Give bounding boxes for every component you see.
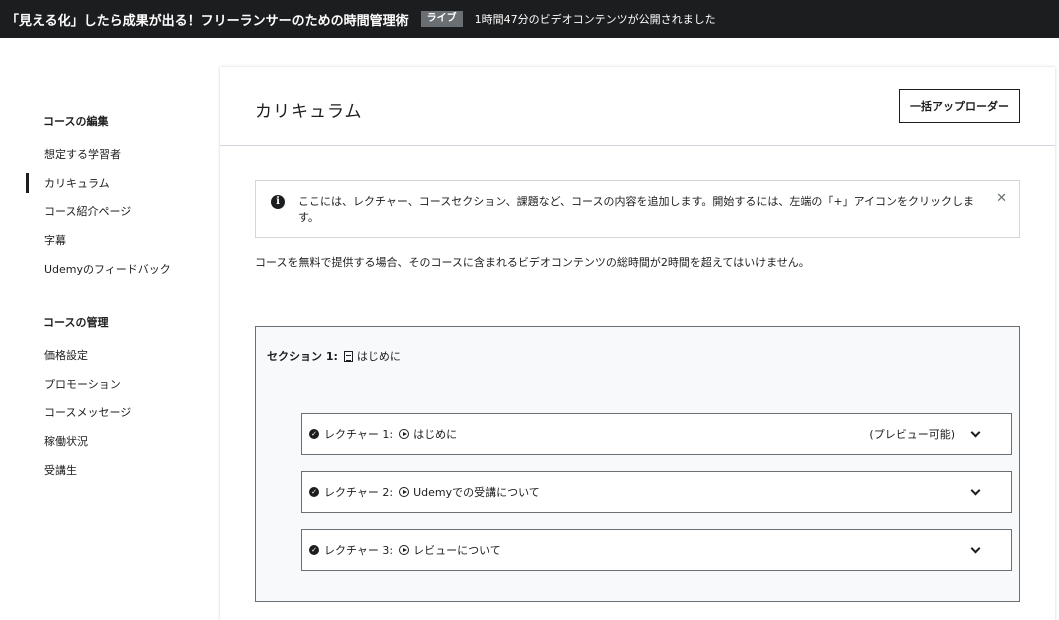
page-title: カリキュラム xyxy=(255,102,363,122)
play-circle-icon xyxy=(399,429,410,439)
sidebar-item-status[interactable]: 稼働状況 xyxy=(44,433,88,449)
info-icon: i xyxy=(271,195,285,209)
sidebar-item-learners[interactable]: 想定する学習者 xyxy=(44,146,121,162)
check-circle-icon: ✓ xyxy=(309,429,319,439)
lecture-item[interactable]: ✓ レクチャー 1: はじめに (プレビュー可能) xyxy=(301,413,1012,455)
course-title: 「見える化」したら成果が出る！フリーランサーのための時間管理術 xyxy=(6,13,409,29)
lecture-label: レクチャー 2: xyxy=(324,486,394,499)
section-header[interactable]: セクション 1: はじめに xyxy=(267,348,401,364)
publish-status: 1時間47分のビデオコンテンツが公開されました xyxy=(474,13,716,26)
lecture-title: Udemyでの受講について xyxy=(413,486,540,499)
sidebar-active-indicator xyxy=(26,173,29,193)
chevron-down-icon[interactable] xyxy=(970,427,981,438)
sidebar-heading-edit: コースの編集 xyxy=(43,115,109,128)
lecture-label: レクチャー 3: xyxy=(324,544,394,557)
section-label: セクション 1: xyxy=(267,350,338,363)
header-divider xyxy=(220,145,1055,146)
sidebar-item-captions[interactable]: 字幕 xyxy=(44,232,66,248)
free-course-notice: コースを無料で提供する場合、そのコースに含まれるビデオコンテンツの総時間が2時間… xyxy=(255,256,810,269)
sidebar-item-curriculum[interactable]: カリキュラム xyxy=(44,175,110,191)
chevron-down-icon[interactable] xyxy=(970,485,981,496)
sidebar-item-feedback[interactable]: Udemyのフィードバック xyxy=(44,261,171,277)
document-icon xyxy=(343,350,353,362)
lecture-item[interactable]: ✓ レクチャー 2: Udemyでの受講について xyxy=(301,471,1012,513)
sidebar-item-pricing[interactable]: 価格設定 xyxy=(44,347,88,363)
info-text: ここには、レクチャー、コースセクション、課題など、コースの内容を追加します。開始… xyxy=(298,195,975,224)
info-alert: i ここには、レクチャー、コースセクション、課題など、コースの内容を追加します。… xyxy=(255,180,1020,238)
close-icon[interactable]: ✕ xyxy=(996,191,1007,206)
lecture-label: レクチャー 1: xyxy=(324,428,394,441)
check-circle-icon: ✓ xyxy=(309,487,319,497)
lecture-item[interactable]: ✓ レクチャー 3: レビューについて xyxy=(301,529,1012,571)
live-badge: ライブ xyxy=(420,11,463,27)
sidebar: コースの編集 想定する学習者 カリキュラム コース紹介ページ 字幕 Udemyの… xyxy=(0,38,220,620)
play-circle-icon xyxy=(399,545,410,555)
section-card: セクション 1: はじめに ✓ レクチャー 1: はじめに (プレビュー可能) … xyxy=(255,326,1020,602)
sidebar-item-students[interactable]: 受講生 xyxy=(44,462,77,478)
sidebar-item-promotions[interactable]: プロモーション xyxy=(44,376,121,392)
top-bar: 「見える化」したら成果が出る！フリーランサーのための時間管理術 ライブ 1時間4… xyxy=(0,0,1059,38)
play-circle-icon xyxy=(399,487,410,497)
section-title: はじめに xyxy=(356,350,401,363)
lecture-title: レビューについて xyxy=(413,544,501,557)
check-circle-icon: ✓ xyxy=(309,545,319,555)
curriculum-panel: カリキュラム 一括アップローダー i ここには、レクチャー、コースセクション、課… xyxy=(220,67,1055,620)
sidebar-item-messages[interactable]: コースメッセージ xyxy=(44,404,131,420)
preview-label: (プレビュー可能) xyxy=(869,428,955,441)
sidebar-heading-manage: コースの管理 xyxy=(43,316,109,329)
lecture-title: はじめに xyxy=(413,428,458,441)
sidebar-item-landing-page[interactable]: コース紹介ページ xyxy=(44,203,131,219)
bulk-uploader-button[interactable]: 一括アップローダー xyxy=(899,89,1020,123)
chevron-down-icon[interactable] xyxy=(970,543,981,554)
